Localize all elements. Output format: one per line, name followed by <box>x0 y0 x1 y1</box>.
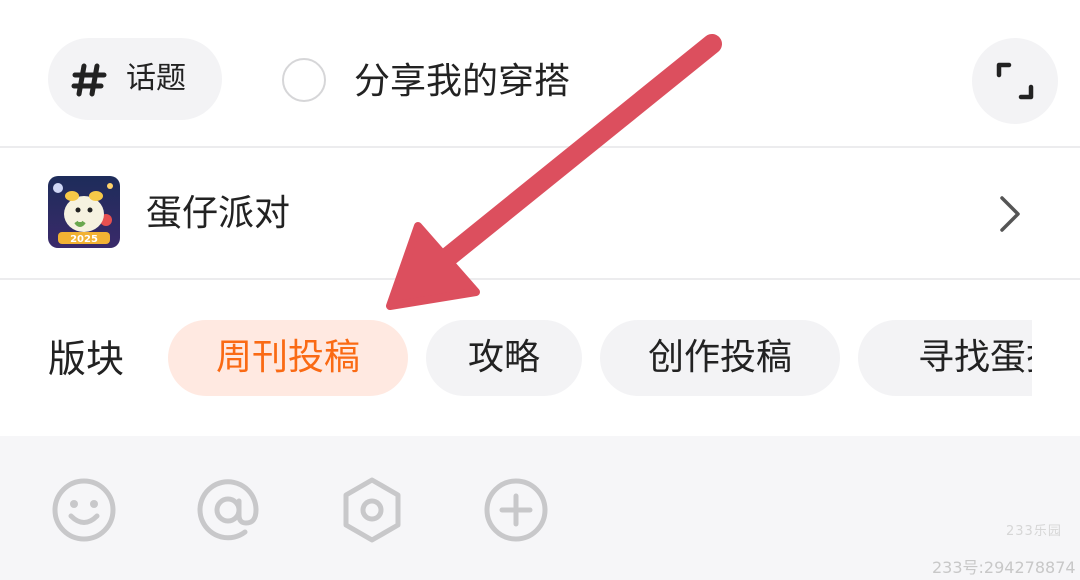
compose-toolbar <box>0 436 1080 580</box>
section-chip-weekly-submission[interactable]: 周刊投稿 <box>168 320 408 396</box>
watermark-id: 233号:294278874 <box>932 558 1076 577</box>
svg-text:2025: 2025 <box>70 234 98 245</box>
section-chip-guides[interactable]: 攻略 <box>426 320 582 396</box>
section-chip-creative-submission[interactable]: 创作投稿 <box>600 320 840 396</box>
expand-icon <box>996 62 1034 100</box>
topic-button-label: 话题 <box>126 61 186 96</box>
section-selector-row: 版块 周刊投稿 攻略 创作投稿 寻找蛋搭子 <box>0 280 1080 436</box>
compose-header-row: 话题 分享我的穿搭 <box>0 0 1080 146</box>
game-selector-row[interactable]: 2025 蛋仔派对 <box>0 148 1080 278</box>
expand-editor-button[interactable] <box>972 38 1058 124</box>
game-avatar: 2025 <box>48 176 120 248</box>
emoji-button[interactable] <box>50 476 118 544</box>
plus-circle-icon <box>484 478 548 542</box>
watermark-logo: 233乐园 <box>1006 524 1062 539</box>
settings-hexagon-icon <box>343 477 401 543</box>
emoji-icon <box>52 478 116 542</box>
add-button[interactable] <box>482 476 550 544</box>
share-outfit-label[interactable]: 分享我的穿搭 <box>354 58 570 106</box>
game-name: 蛋仔派对 <box>146 193 291 234</box>
mention-button[interactable] <box>194 476 262 544</box>
section-chip-list[interactable]: 周刊投稿 攻略 创作投稿 寻找蛋搭子 <box>168 320 1032 396</box>
hashtag-icon <box>70 60 110 104</box>
at-mention-icon <box>197 479 259 541</box>
topic-button[interactable]: 话题 <box>48 38 222 120</box>
section-chip-find-partner[interactable]: 寻找蛋搭子 <box>858 320 1032 396</box>
section-label: 版块 <box>48 337 125 381</box>
share-outfit-checkbox[interactable] <box>282 58 326 102</box>
chevron-right-icon <box>996 194 1024 238</box>
hexagon-button[interactable] <box>338 476 406 544</box>
